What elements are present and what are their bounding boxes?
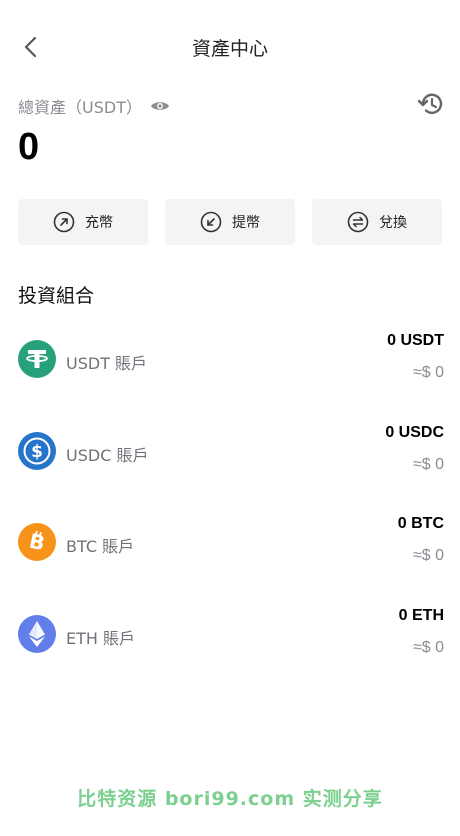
deposit-label: 充幣 bbox=[85, 215, 113, 231]
portfolio-title: 投資組合 bbox=[18, 285, 95, 307]
withdraw-label: 提幣 bbox=[232, 215, 260, 231]
account-amount: 0 BTC bbox=[397, 515, 444, 532]
account-name: ETH 賬戶 bbox=[66, 629, 136, 648]
deposit-button[interactable]: 充幣 bbox=[18, 199, 148, 245]
watermark: 比特资源 bori99.com 实测分享 bbox=[77, 788, 383, 810]
account-amount: 0 ETH bbox=[398, 607, 444, 624]
usdc-icon: $ bbox=[18, 432, 56, 470]
account-amount: 0 USDT bbox=[387, 332, 444, 349]
eth-icon bbox=[18, 615, 56, 653]
header: 資產中心 bbox=[0, 0, 460, 96]
history-icon[interactable] bbox=[417, 90, 445, 118]
account-usd-value: ≈$ 0 bbox=[412, 547, 444, 564]
account-name: USDT 賬戶 bbox=[66, 354, 148, 373]
account-row-btc[interactable]: B BTC 賬戶 0 BTC ≈$ 0 bbox=[18, 507, 444, 583]
account-usd-value: ≈$ 0 bbox=[412, 456, 444, 473]
page-title: 資產中心 bbox=[191, 38, 268, 60]
eye-icon[interactable] bbox=[150, 99, 170, 113]
arrow-down-left-circle-icon bbox=[200, 211, 222, 233]
account-usd-value: ≈$ 0 bbox=[412, 639, 444, 656]
svg-text:$: $ bbox=[31, 442, 43, 462]
btc-icon: B bbox=[18, 523, 56, 561]
action-bar: 充幣 提幣 兌換 bbox=[18, 199, 442, 245]
account-row-eth[interactable]: ETH 賬戶 0 ETH ≈$ 0 bbox=[18, 599, 444, 675]
total-assets-label: 總資產（USDT） bbox=[18, 94, 170, 118]
usdt-icon bbox=[18, 340, 56, 378]
account-row-usdc[interactable]: $ USDC 賬戶 0 USDC ≈$ 0 bbox=[18, 416, 444, 492]
exchange-button[interactable]: 兌換 bbox=[312, 199, 442, 245]
total-assets-value: 0 bbox=[18, 126, 40, 168]
account-usd-value: ≈$ 0 bbox=[412, 364, 444, 381]
exchange-label: 兌換 bbox=[379, 215, 407, 231]
account-amount: 0 USDC bbox=[385, 424, 444, 441]
account-name: BTC 賬戶 bbox=[66, 537, 135, 556]
withdraw-button[interactable]: 提幣 bbox=[165, 199, 295, 245]
account-name: USDC 賬戶 bbox=[66, 446, 149, 465]
swap-circle-icon bbox=[347, 211, 369, 233]
total-assets-label-text: 總資產（USDT） bbox=[18, 98, 142, 117]
arrow-up-right-circle-icon bbox=[53, 211, 75, 233]
account-row-usdt[interactable]: USDT 賬戶 0 USDT ≈$ 0 bbox=[18, 324, 444, 400]
